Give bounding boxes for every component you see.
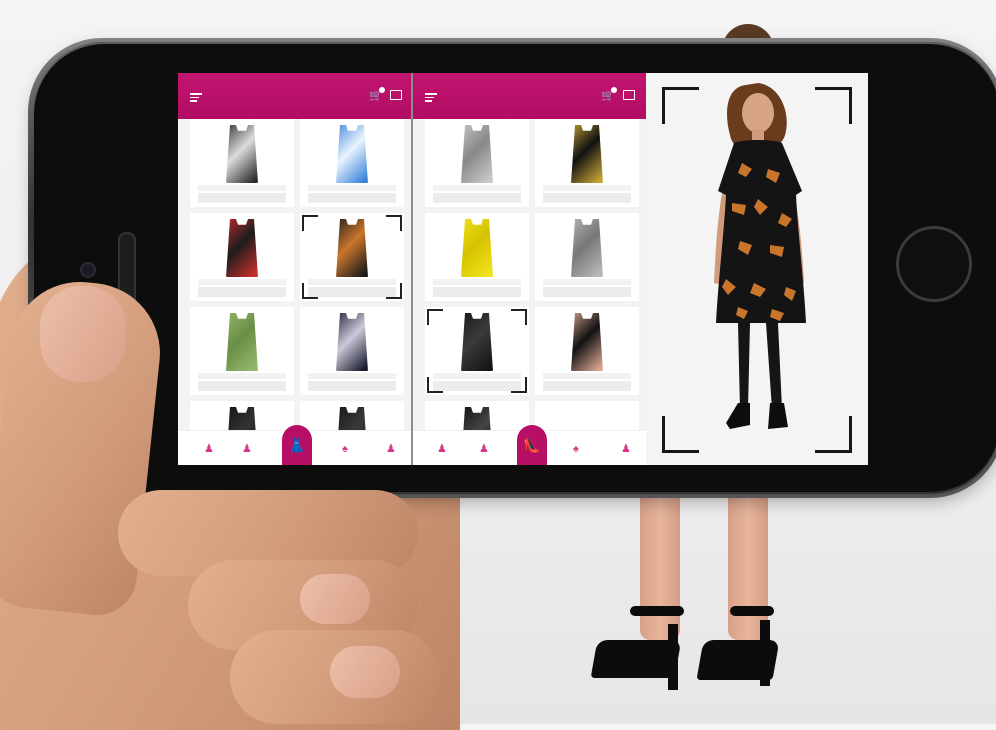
gold-caged-heel-icon	[571, 125, 603, 183]
product-card[interactable]	[425, 119, 529, 207]
product-caption-placeholder	[198, 279, 286, 285]
product-caption-placeholder	[543, 373, 631, 379]
thumb-nail	[40, 286, 126, 382]
product-caption-placeholder	[308, 373, 396, 379]
phone-screen: 🛒 ♟ ♟ 👗 ♠ ♟ 🛒 ♟ ♟ 👠 ♠ ♟	[178, 73, 868, 465]
front-camera-icon	[80, 262, 96, 278]
product-card[interactable]	[300, 307, 404, 395]
finger-nail	[300, 574, 370, 624]
app-bar: 🛒	[413, 73, 646, 119]
product-card[interactable]	[300, 119, 404, 207]
product-price-placeholder	[433, 381, 521, 391]
virtual-try-on-panel	[646, 73, 868, 465]
tank-icon[interactable]: ♟	[204, 444, 214, 455]
product-caption-placeholder	[433, 279, 521, 285]
selection-corner	[302, 283, 318, 299]
product-price-placeholder	[433, 193, 521, 203]
skirt-icon[interactable]: ♠	[573, 444, 579, 455]
display-icon[interactable]	[390, 90, 402, 100]
product-caption-placeholder	[433, 185, 521, 191]
tops-catalog-panel: 🛒 ♟ ♟ 👗 ♠ ♟	[178, 73, 411, 465]
active-category-dress-icon[interactable]: 👗	[282, 425, 312, 465]
dress-small-icon[interactable]: ♟	[621, 444, 631, 455]
app-bar: 🛒	[178, 73, 411, 119]
product-card[interactable]	[535, 213, 639, 301]
product-card[interactable]	[300, 213, 404, 301]
halter-top-icon	[336, 313, 368, 371]
blue-floral-top-icon	[336, 125, 368, 183]
product-card[interactable]	[425, 307, 529, 395]
product-card[interactable]	[190, 307, 294, 395]
selection-corner	[511, 309, 527, 325]
selection-corner	[427, 309, 443, 325]
strappy-sandal-silver-icon	[461, 125, 493, 183]
product-card[interactable]	[535, 307, 639, 395]
skirt-icon[interactable]: ♠	[342, 444, 348, 455]
selection-corner	[386, 283, 402, 299]
camisole-icon	[226, 125, 258, 183]
product-card[interactable]	[190, 213, 294, 301]
display-icon[interactable]	[623, 90, 635, 100]
product-price-placeholder	[198, 381, 286, 391]
selection-corner	[386, 215, 402, 231]
category-tab-bar: ♟ ♟ 👗 ♠ ♟	[178, 425, 411, 465]
cart-badge	[379, 87, 385, 93]
menu-icon[interactable]	[190, 93, 202, 102]
home-button[interactable]	[896, 226, 972, 302]
jacket-icon[interactable]: ♟	[242, 444, 252, 455]
active-category-shoe-icon[interactable]: 👠	[517, 425, 547, 465]
selection-corner	[427, 377, 443, 393]
shoes-catalog-panel: 🛒 ♟ ♟ 👠 ♠ ♟	[413, 73, 646, 465]
green-tank-icon	[226, 313, 258, 371]
product-caption-placeholder	[198, 185, 286, 191]
product-caption-placeholder	[543, 279, 631, 285]
selection-corner	[302, 215, 318, 231]
product-price-placeholder	[198, 287, 286, 297]
product-price-placeholder	[543, 193, 631, 203]
selection-corner	[511, 377, 527, 393]
dress-small-icon[interactable]: ♟	[386, 444, 396, 455]
category-tab-bar: ♟ ♟ 👠 ♠ ♟	[413, 425, 646, 465]
menu-icon[interactable]	[425, 93, 437, 102]
tank-icon[interactable]: ♟	[437, 444, 447, 455]
product-caption-placeholder	[308, 279, 396, 285]
product-price-placeholder	[308, 287, 396, 297]
product-card[interactable]	[190, 119, 294, 207]
yellow-pump-icon	[461, 219, 493, 277]
product-caption-placeholder	[308, 185, 396, 191]
nude-black-heel-icon	[571, 313, 603, 371]
model-figure	[714, 83, 806, 429]
jacket-icon[interactable]: ♟	[479, 444, 489, 455]
finger-nail	[330, 646, 400, 698]
silver-sandal-icon	[571, 219, 603, 277]
product-price-placeholder	[198, 193, 286, 203]
product-caption-placeholder	[543, 185, 631, 191]
black-ankle-boot-icon	[461, 313, 493, 371]
red-floral-top-icon	[226, 219, 258, 277]
cart-badge	[611, 87, 617, 93]
printed-tunic-icon	[336, 219, 368, 277]
product-price-placeholder	[433, 287, 521, 297]
product-price-placeholder	[308, 381, 396, 391]
product-price-placeholder	[308, 193, 396, 203]
product-card[interactable]	[535, 119, 639, 207]
product-price-placeholder	[543, 381, 631, 391]
product-price-placeholder	[543, 287, 631, 297]
product-caption-placeholder	[198, 373, 286, 379]
product-card[interactable]	[425, 213, 529, 301]
product-caption-placeholder	[433, 373, 521, 379]
